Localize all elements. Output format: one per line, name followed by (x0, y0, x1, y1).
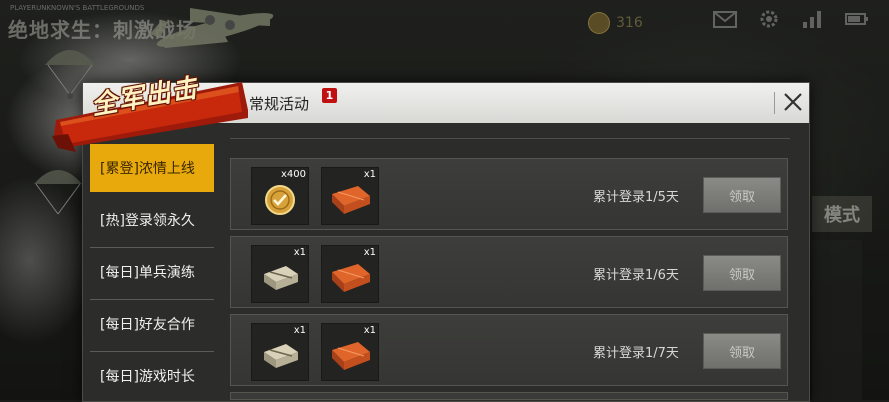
sidebar-item-play-time[interactable]: [每日]游戏时长 (90, 352, 214, 400)
reward-row: x1 x1 累计登录1/6天 领取 (230, 236, 788, 308)
item-quantity: x1 (293, 247, 306, 258)
sidebar-item-label: [每日]单兵演练 (100, 265, 195, 281)
dialog-title: 常规活动 (249, 95, 310, 113)
crate-icon (332, 342, 370, 370)
login-progress-text: 累计登录1/5天 (593, 190, 679, 205)
sidebar-item-login-streak[interactable]: [累登]浓情上线 (90, 144, 214, 192)
sidebar-item-label: [每日]好友合作 (100, 317, 195, 333)
item-quantity: x1 (363, 247, 376, 258)
item-quantity: x1 (363, 325, 376, 336)
sidebar-item-label: [累登]浓情上线 (100, 161, 195, 177)
sidebar-item-friend-coop[interactable]: [每日]好友合作 (90, 300, 214, 348)
reward-item[interactable]: x1 (251, 323, 309, 381)
reward-row: x400 x1 累计登录1/5天 领取 (230, 158, 788, 230)
supply-box-icon (264, 344, 298, 368)
crate-icon (332, 186, 370, 214)
claim-button[interactable]: 领取 (703, 177, 781, 213)
sidebar-item-solo-drill[interactable]: [每日]单兵演练 (90, 248, 214, 296)
login-progress-text: 累计登录1/7天 (593, 346, 679, 361)
item-quantity: x1 (293, 325, 306, 336)
crate-icon (332, 264, 370, 292)
claim-button[interactable]: 领取 (703, 255, 781, 291)
close-icon[interactable] (781, 90, 805, 114)
reward-item[interactable]: x1 (251, 245, 309, 303)
reward-row-partial (230, 392, 788, 400)
sidebar-item-label: [热]登录领永久 (100, 213, 195, 229)
reward-item[interactable]: x1 (321, 323, 379, 381)
login-progress-text: 累计登录1/6天 (593, 268, 679, 283)
header-underline (230, 138, 790, 139)
reward-item[interactable]: x400 (251, 167, 309, 225)
sidebar-item-label: [每日]游戏时长 (100, 369, 195, 385)
reward-item[interactable]: x1 (321, 167, 379, 225)
coin-icon (265, 185, 295, 215)
claim-button[interactable]: 领取 (703, 333, 781, 369)
reward-item[interactable]: x1 (321, 245, 379, 303)
reward-row: x1 x1 累计登录1/7天 领取 (230, 314, 788, 386)
notification-badge: 1 (322, 88, 337, 103)
item-quantity: x400 (280, 169, 306, 180)
sidebar-item-login-permanent[interactable]: [热]登录领永久 (90, 196, 214, 244)
item-quantity: x1 (363, 169, 376, 180)
supply-box-icon (264, 266, 298, 290)
header-separator (774, 92, 775, 114)
